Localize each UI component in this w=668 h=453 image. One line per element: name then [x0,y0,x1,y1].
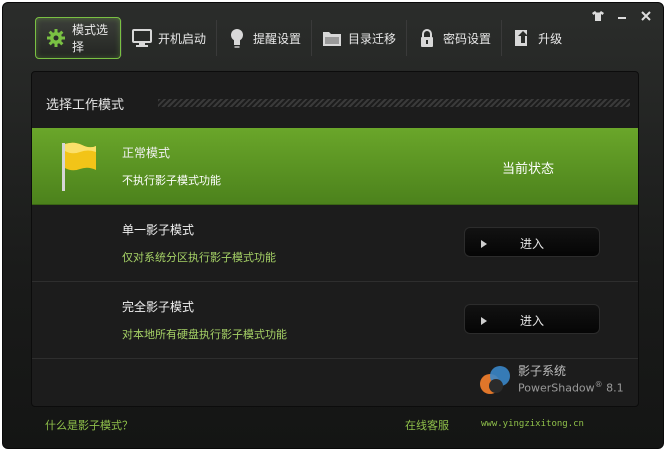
gear-icon [46,28,66,48]
tab-mode-select[interactable]: 模式选择 [35,17,121,59]
tab-label: 模式选择 [72,23,109,54]
tab-bar: 模式选择 开机启动 提醒设置 目录迁移 密码设置 升级 [35,17,572,59]
brand-registered-mark: ® [594,380,603,389]
mode-name: 完全影子模式 [122,300,195,314]
tab-password[interactable]: 密码设置 [407,17,501,59]
close-icon[interactable] [639,9,653,23]
title-hatch-decoration [158,99,630,107]
powershadow-logo-icon [480,366,510,394]
mode-desc: 仅对系统分区执行影子模式功能 [122,251,276,264]
footer: 什么是影子模式？ 在线客服 www.yingzixitong.cn [3,407,663,443]
online-service-link[interactable]: 在线客服 [405,417,449,433]
panel-title: 选择工作模式 [46,98,125,113]
bulb-icon [227,28,247,48]
brand-logo: 影子系统 PowerShadow® 8.1 [478,362,628,402]
tab-startup[interactable]: 开机启动 [122,17,216,59]
tab-label: 升级 [538,31,563,46]
monitor-icon [132,28,152,48]
tab-reminder[interactable]: 提醒设置 [217,17,311,59]
mode-row-normal: 正常模式 不执行影子模式功能 当前状态 [32,128,638,205]
mode-name: 正常模式 [122,146,171,160]
tab-upgrade[interactable]: 升级 [502,17,572,59]
lock-icon [417,28,437,48]
app-window: 模式选择 开机启动 提醒设置 目录迁移 密码设置 升级 选择工作模式 正常模式 … [2,2,664,449]
mode-desc: 不执行影子模式功能 [122,174,221,187]
tab-label: 提醒设置 [253,31,302,46]
brand-name: 影子系统 [518,364,567,378]
brand-product: PowerShadow® 8.1 [518,380,624,395]
tab-label: 开机启动 [158,31,207,46]
top-bar: 模式选择 开机启动 提醒设置 目录迁移 密码设置 升级 [3,3,663,73]
brand-product-name: PowerShadow [518,381,595,395]
mode-desc: 对本地所有硬盘执行影子模式功能 [122,328,287,341]
tab-label: 目录迁移 [348,31,397,46]
tab-dir-migrate[interactable]: 目录迁移 [312,17,406,59]
shirt-icon[interactable] [591,9,605,23]
mode-name: 单一影子模式 [122,223,195,237]
website-link[interactable]: www.yingzixitong.cn [481,419,584,429]
flag-icon [60,140,100,196]
mode-panel: 选择工作模式 正常模式 不执行影子模式功能 当前状态 单一影子模式 仅对系统分区… [31,71,639,407]
upgrade-icon [512,28,532,48]
minimize-icon[interactable] [615,9,629,23]
mode-row-full-shadow: 完全影子模式 对本地所有硬盘执行影子模式功能 进入 [32,282,638,359]
current-state-label: 当前状态 [502,162,555,177]
button-label: 进入 [519,314,544,328]
folder-icon [322,28,342,48]
help-link[interactable]: 什么是影子模式？ [45,417,133,433]
tab-label: 密码设置 [443,31,492,46]
window-controls [591,9,653,23]
button-label: 进入 [519,237,544,251]
mode-row-single-shadow: 单一影子模式 仅对系统分区执行影子模式功能 进入 [32,205,638,282]
enter-single-shadow-button[interactable]: 进入 [464,227,600,257]
brand-version: 8.1 [606,381,624,395]
enter-full-shadow-button[interactable]: 进入 [464,304,600,334]
